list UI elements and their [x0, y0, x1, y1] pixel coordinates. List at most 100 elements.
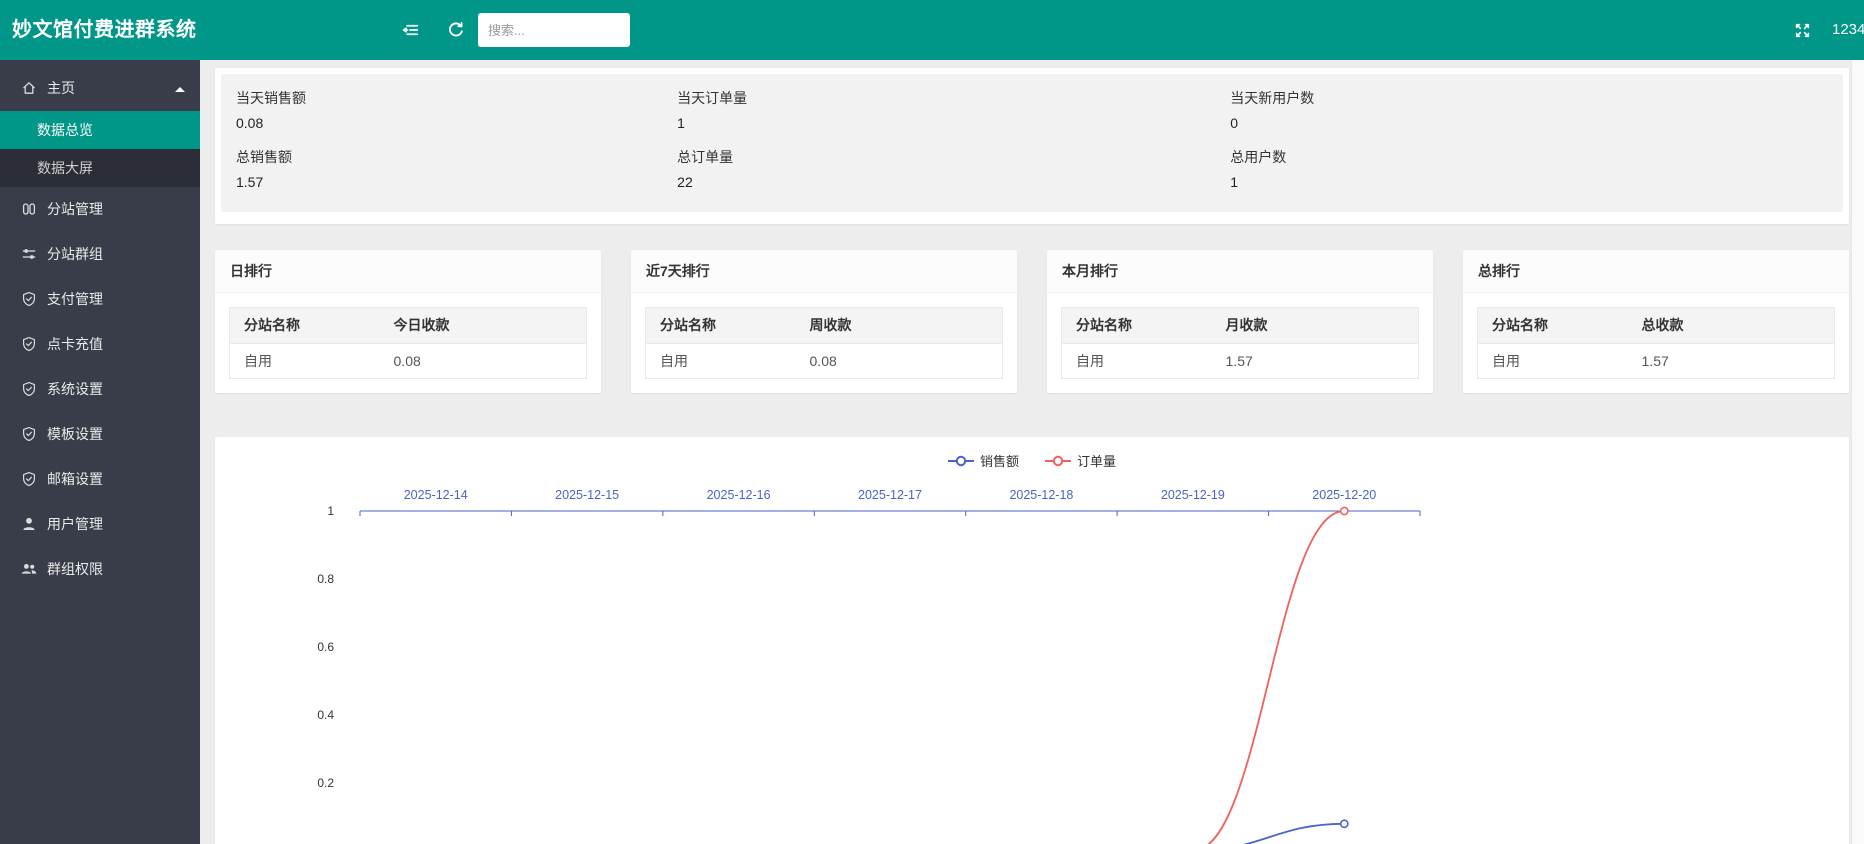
legend-item-orders[interactable]: 订单量: [1045, 451, 1116, 470]
current-username[interactable]: 12345: [1832, 0, 1864, 60]
sidebar-item-template-settings[interactable]: 模板设置: [0, 412, 200, 457]
stat-value: 0.08: [236, 115, 662, 131]
stat-today-orders: 当天订单量 1: [662, 88, 1215, 147]
cell-site-name: 自用: [1478, 344, 1628, 378]
collapse-menu-icon[interactable]: [394, 14, 426, 46]
search-box: [478, 13, 630, 47]
stat-label: 当天销售额: [236, 88, 662, 108]
stats-panel: 当天销售额 0.08 当天订单量 1 当天新用户数 0 总销售额 1.57 总订…: [215, 68, 1849, 224]
svg-text:2025-12-15: 2025-12-15: [555, 488, 619, 502]
card-title: 本月排行: [1047, 250, 1433, 293]
col-header: 分站名称: [1478, 308, 1628, 343]
cell-amount: 1.57: [1628, 344, 1834, 378]
table-header: 分站名称 月收款: [1062, 308, 1418, 343]
sidebar-item-mail-settings[interactable]: 邮箱设置: [0, 457, 200, 502]
shield-check-icon: [21, 325, 38, 370]
col-header: 分站名称: [1062, 308, 1212, 343]
rank-table: 分站名称 今日收款 自用 0.08: [229, 307, 587, 379]
rank-card-month: 本月排行 分站名称 月收款 自用 1.57: [1047, 250, 1433, 393]
sidebar-item-data-screen[interactable]: 数据大屏: [0, 149, 200, 187]
sidebar-item-label: 邮箱设置: [47, 471, 103, 487]
legend-label: 订单量: [1077, 451, 1116, 470]
stat-today-sales: 当天销售额 0.08: [221, 88, 662, 147]
stats-grid: 当天销售额 0.08 当天订单量 1 当天新用户数 0 总销售额 1.57 总订…: [221, 74, 1843, 212]
stat-today-new-users: 当天新用户数 0: [1215, 88, 1843, 147]
table-header: 分站名称 周收款: [646, 308, 1002, 343]
stat-label: 当天订单量: [677, 88, 1215, 108]
card-title: 总排行: [1463, 250, 1849, 293]
stat-total-orders: 总订单量 22: [662, 147, 1215, 206]
stat-label: 总订单量: [677, 147, 1215, 167]
svg-text:0.4: 0.4: [317, 708, 334, 722]
app-title: 妙文馆付费进群系统: [12, 0, 197, 60]
sidebar-item-data-overview[interactable]: 数据总览: [0, 111, 200, 149]
svg-text:2025-12-17: 2025-12-17: [858, 488, 922, 502]
sales-orders-chart-card: 销售额 订单量 00.20.40.60.812025-12-142025-12-…: [215, 437, 1849, 844]
users-icon: [21, 550, 38, 595]
sidebar-item-label: 支付管理: [47, 291, 103, 307]
card-title: 日排行: [215, 250, 601, 293]
legend-item-sales[interactable]: 销售额: [948, 451, 1019, 470]
svg-text:2025-12-20: 2025-12-20: [1312, 488, 1376, 502]
sidebar-item-label: 模板设置: [47, 426, 103, 442]
sidebar-item-user-manage[interactable]: 用户管理: [0, 502, 200, 547]
stat-label: 总销售额: [236, 147, 662, 167]
stat-value: 1: [1230, 174, 1843, 190]
rank-table: 分站名称 月收款 自用 1.57: [1061, 307, 1419, 379]
svg-text:0.6: 0.6: [317, 640, 334, 654]
ranking-cards-row: 日排行 分站名称 今日收款 自用 0.08 近7天排行: [215, 250, 1849, 393]
stat-label: 当天新用户数: [1230, 88, 1843, 108]
shield-check-icon: [21, 280, 38, 325]
stat-label: 总用户数: [1230, 147, 1843, 167]
table-row: 自用 1.57: [1478, 343, 1834, 378]
col-header: 月收款: [1212, 308, 1418, 343]
table-row: 自用 0.08: [646, 343, 1002, 378]
main-content: 当天销售额 0.08 当天订单量 1 当天新用户数 0 总销售额 1.57 总订…: [200, 60, 1864, 844]
cell-amount: 1.57: [1212, 344, 1418, 378]
svg-text:0.8: 0.8: [317, 572, 334, 586]
search-input[interactable]: [478, 13, 630, 47]
sidebar-item-label: 分站管理: [47, 201, 103, 217]
fullscreen-button[interactable]: [1786, 14, 1818, 46]
col-header: 分站名称: [230, 308, 380, 343]
sidebar-item-label: 系统设置: [47, 381, 103, 397]
sliders-icon: [21, 235, 38, 280]
cell-site-name: 自用: [1062, 344, 1212, 378]
sidebar-item-substation-manage[interactable]: 分站管理: [0, 187, 200, 232]
sidebar-nav: 主页 数据总览 数据大屏 分站管理 分站群组: [0, 60, 200, 844]
line-marker-icon: [1045, 455, 1071, 467]
sidebar-item-substation-groups[interactable]: 分站群组: [0, 232, 200, 277]
table-row: 自用 1.57: [1062, 343, 1418, 378]
sidebar-item-label: 主页: [47, 80, 75, 96]
line-marker-icon: [948, 455, 974, 467]
refresh-icon: [447, 21, 465, 39]
sidebar-item-system-settings[interactable]: 系统设置: [0, 367, 200, 412]
fullscreen-icon: [1794, 22, 1811, 39]
stat-value: 0: [1230, 115, 1843, 131]
svg-text:2025-12-19: 2025-12-19: [1161, 488, 1225, 502]
sidebar-item-card-recharge[interactable]: 点卡充值: [0, 322, 200, 367]
col-header: 分站名称: [646, 308, 796, 343]
rank-table: 分站名称 周收款 自用 0.08: [645, 307, 1003, 379]
hamburger-icon: [401, 21, 419, 39]
stat-value: 1: [677, 115, 1215, 131]
chart-legend: 销售额 订单量: [215, 451, 1849, 470]
legend-label: 销售额: [980, 451, 1019, 470]
component-icon: [21, 190, 38, 235]
sidebar-item-label: 分站群组: [47, 246, 103, 262]
shield-check-icon: [21, 460, 38, 505]
scrollbar-track[interactable]: [1851, 60, 1864, 844]
cell-site-name: 自用: [230, 344, 380, 378]
line-chart[interactable]: 00.20.40.60.812025-12-142025-12-152025-1…: [215, 437, 1849, 844]
sidebar-item-group-permissions[interactable]: 群组权限: [0, 547, 200, 592]
sidebar-item-label: 用户管理: [47, 516, 103, 532]
refresh-button[interactable]: [440, 14, 472, 46]
sidebar-item-label: 群组权限: [47, 561, 103, 577]
home-icon: [21, 69, 38, 114]
cell-amount: 0.08: [380, 344, 586, 378]
sidebar-item-payment-manage[interactable]: 支付管理: [0, 277, 200, 322]
svg-text:2025-12-16: 2025-12-16: [707, 488, 771, 502]
rank-card-daily: 日排行 分站名称 今日收款 自用 0.08: [215, 250, 601, 393]
col-header: 今日收款: [380, 308, 586, 343]
sidebar-item-home[interactable]: 主页: [0, 66, 200, 111]
